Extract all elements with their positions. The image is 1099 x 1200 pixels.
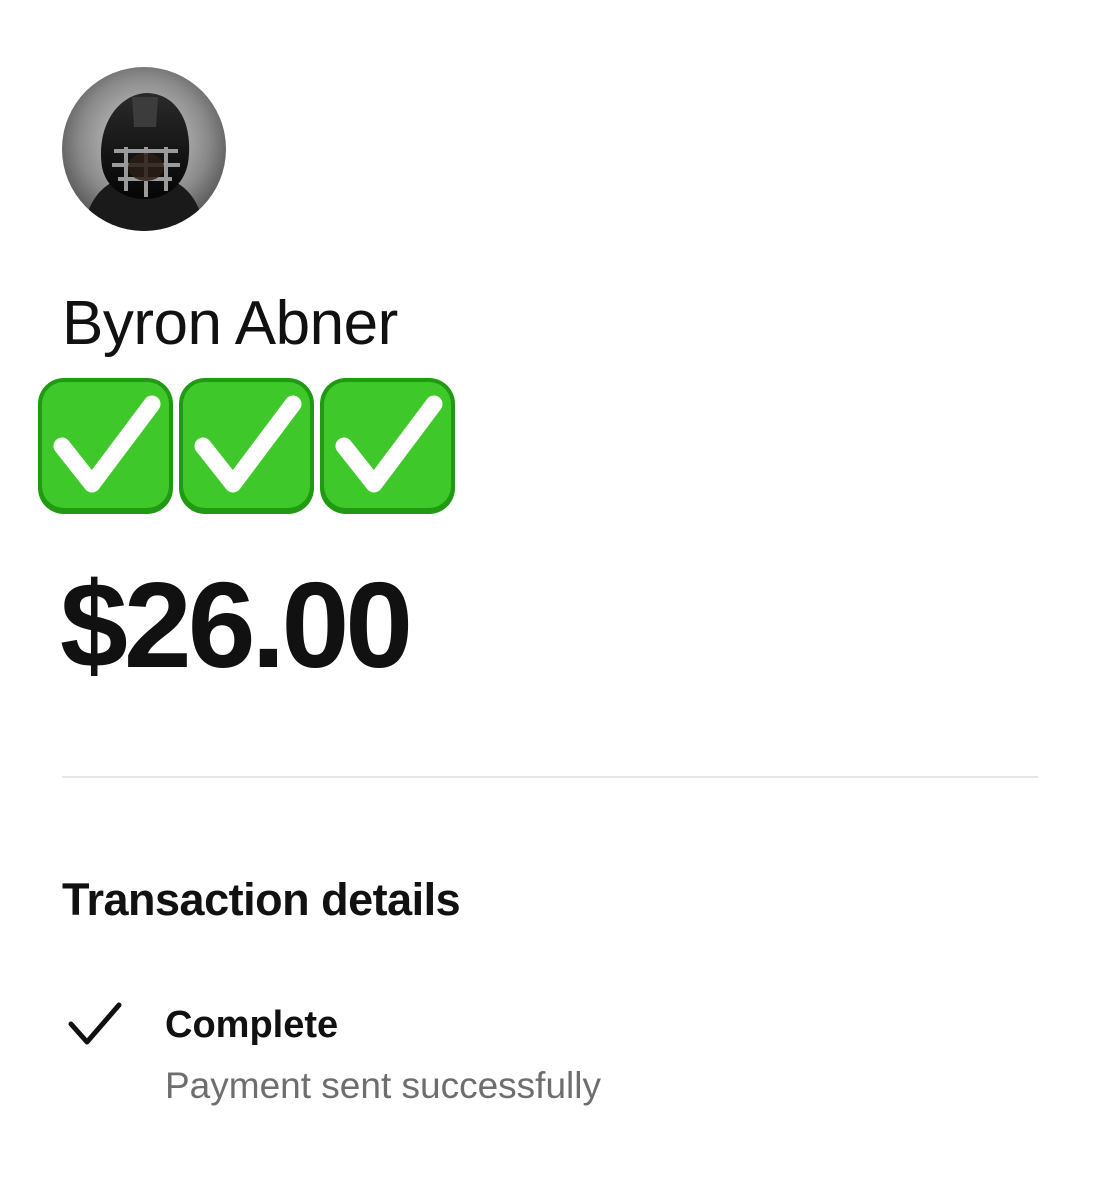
recipient-name: Byron Abner <box>62 289 398 358</box>
checkmark-icon <box>68 1002 122 1045</box>
check-mark-button-icon <box>320 378 455 514</box>
badge-row <box>36 376 457 516</box>
check-mark-button-icon <box>38 378 173 514</box>
status-description: Payment sent successfully <box>165 1065 601 1106</box>
payment-amount: $26.00 <box>60 557 413 693</box>
status-label: Complete <box>165 1004 339 1046</box>
divider <box>62 776 1038 778</box>
avatar-image <box>62 67 226 231</box>
section-title: Transaction details <box>62 874 461 925</box>
check-mark-button-icon <box>179 378 314 514</box>
avatar <box>62 67 226 231</box>
